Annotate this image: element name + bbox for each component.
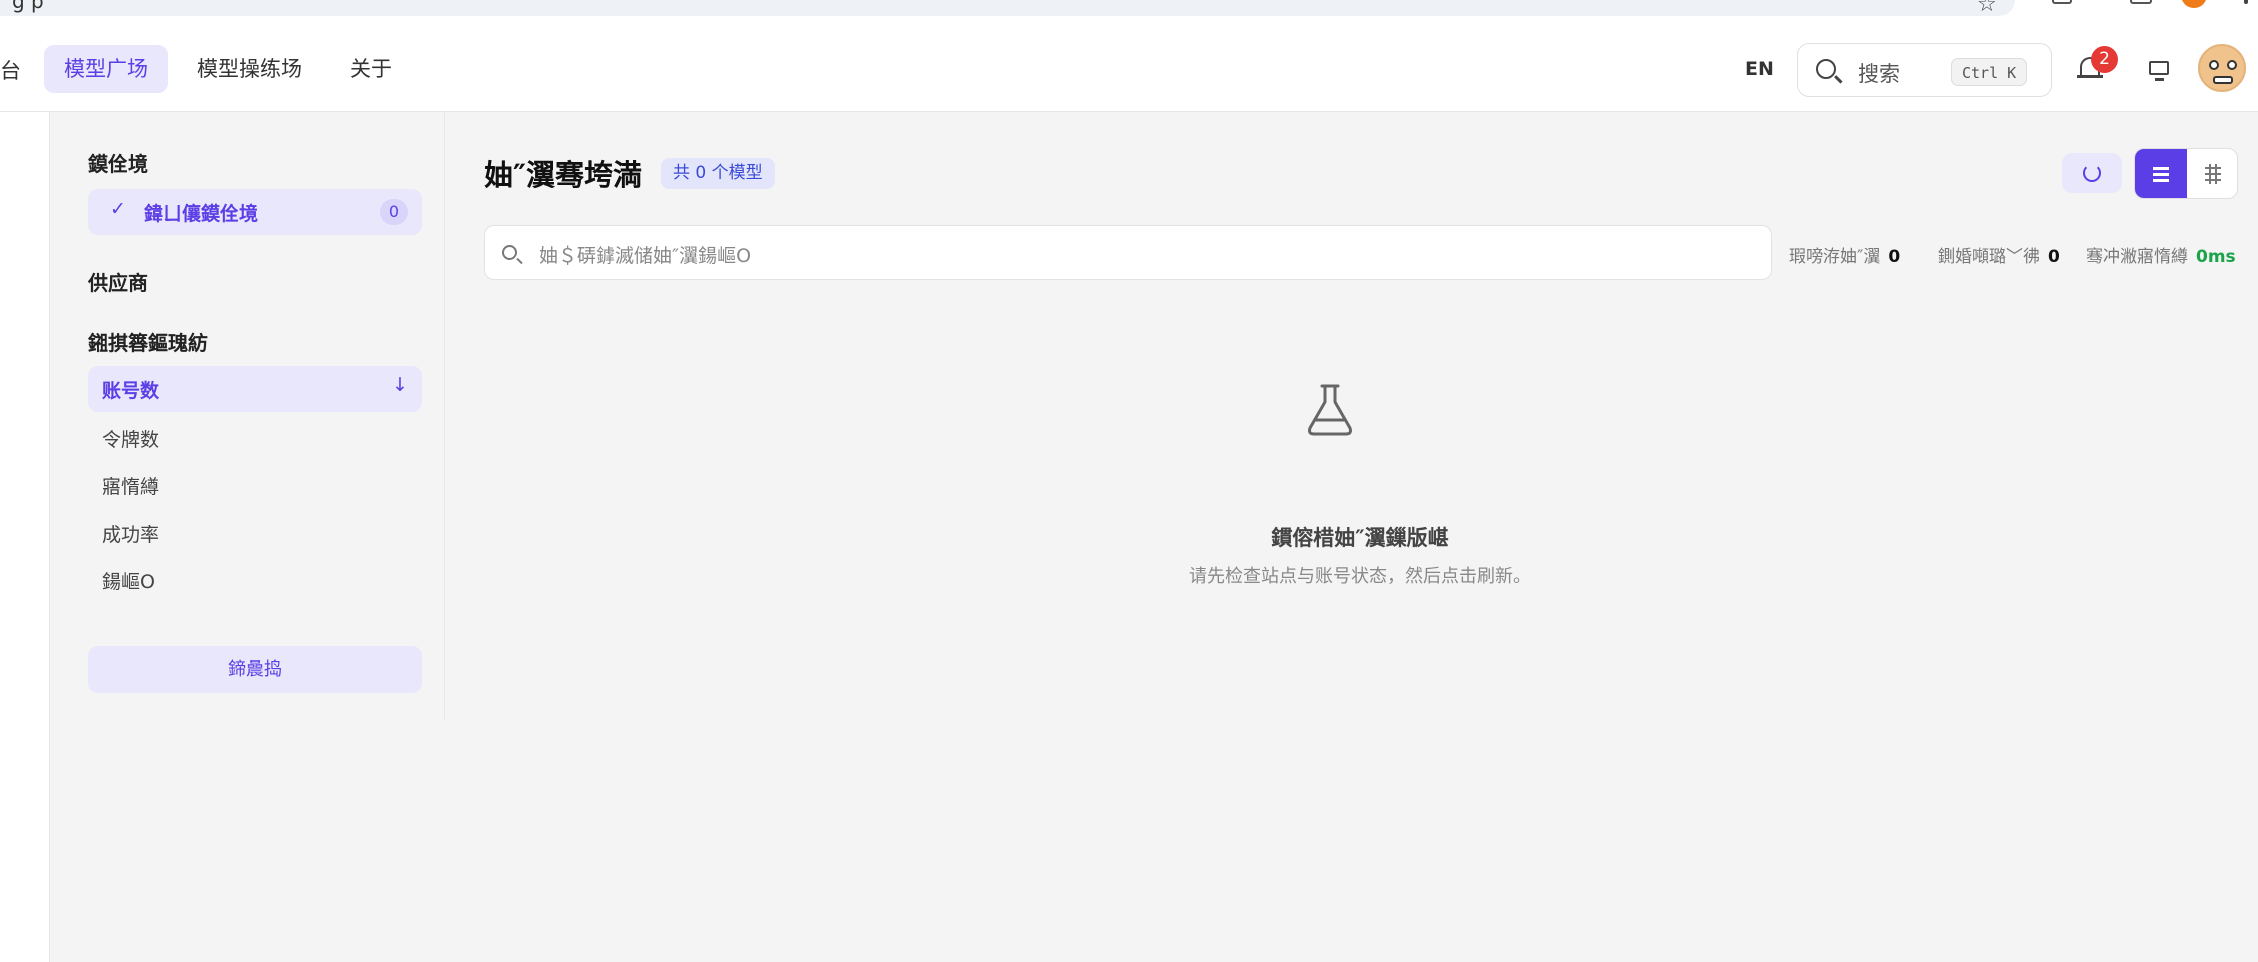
sort-option-accounts[interactable]: 账号数 ↓ [88, 366, 422, 412]
nav-item-about[interactable]: 关于 [330, 45, 412, 93]
avatar-eye-left [2209, 60, 2219, 70]
browser-menu-icon[interactable] [2244, 0, 2248, 4]
sort-option-success-rate[interactable]: 成功率 [102, 520, 159, 547]
model-count-badge: 共 0 个模型 [661, 158, 775, 189]
empty-state-description: 请先检查站点与账号状态，然后点击刷新。 [1189, 566, 1531, 587]
provider-title: 供应商 [88, 271, 148, 295]
refresh-icon [2083, 164, 2101, 182]
global-search[interactable]: 搜索 Ctrl K [1797, 43, 2052, 97]
stat-label: 骞冲潎寤惰繜 [2086, 247, 2188, 267]
address-bar[interactable]: g p [0, 0, 2015, 16]
grid-view-button[interactable] [2187, 149, 2237, 198]
list-view-button[interactable] [2135, 149, 2187, 198]
sidepanel-icon[interactable] [2130, 0, 2152, 4]
empty-state-title: 鏆傛棤妯″瀷鏁版嵁 [1271, 526, 1449, 550]
search-icon [502, 245, 517, 260]
stat-value: 0 [2048, 247, 2060, 267]
grid-icon-line [2209, 164, 2211, 184]
grid-icon-line [2205, 179, 2221, 181]
browser-profile-icon[interactable] [2181, 0, 2207, 8]
left-rail [0, 112, 50, 962]
stat-avg-latency: 骞冲潎寤惰繜 0ms [2086, 242, 2236, 267]
filter-all[interactable]: ✓ 鍏ㄩ儴鏌佺境 0 [88, 189, 422, 235]
stat-value: 0 [1888, 247, 1901, 267]
stat-label: 鍘婚噸璐﹀彿 [1938, 247, 2040, 267]
stat-label: 瑕嗙洊妯″瀷 [1789, 247, 1881, 267]
search-label: 搜索 [1858, 62, 1900, 86]
filter-all-label: 鍏ㄩ儴鏌佺境 [144, 203, 259, 225]
refresh-button[interactable] [2062, 153, 2122, 193]
bookmark-star-icon[interactable]: ☆ [1977, 0, 1997, 17]
browser-toolbar: g p ☆ [0, 0, 2258, 25]
monitor-icon[interactable] [2149, 61, 2169, 81]
list-icon-line [2153, 167, 2169, 170]
address-text: g p [12, 0, 44, 13]
grid-icon-line [2205, 167, 2221, 169]
sort-option-latency[interactable]: 寤惰繜 [102, 472, 159, 499]
avatar-mouth [2213, 76, 2233, 84]
nav-item-playground[interactable]: 模型操练场 [177, 45, 322, 93]
grid-icon-line [2205, 173, 2221, 175]
extension-icon[interactable] [2052, 0, 2072, 4]
sort-option-label: 账号数 [102, 380, 160, 402]
notification-badge: 2 [2091, 46, 2118, 73]
check-icon: ✓ [110, 198, 126, 220]
stat-value: 0ms [2196, 247, 2236, 267]
search-shortcut: Ctrl K [1951, 58, 2028, 86]
sort-option-tokens[interactable]: 令牌数 [102, 425, 159, 452]
avatar[interactable] [2198, 44, 2246, 92]
reset-button[interactable]: 鍗曟捣 [88, 646, 422, 693]
list-icon-line [2153, 173, 2169, 176]
stat-dedup-accounts: 鍘婚噸璐﹀彿 0 [1938, 242, 2060, 267]
grid-icon-line [2215, 164, 2217, 184]
language-toggle[interactable]: EN [1745, 58, 1774, 80]
view-toggle [2134, 148, 2238, 199]
nav-item-console[interactable]: 台 [0, 55, 21, 85]
nav-item-model-square[interactable]: 模型广场 [44, 45, 168, 93]
flask-icon [1308, 384, 1352, 436]
model-search-input[interactable]: 妯＄硦鎼滅储妯″瀷鍚嶇О [484, 225, 1772, 280]
model-search-placeholder: 妯＄硦鎼滅储妯″瀷鍚嶇О [539, 245, 752, 267]
filter-section-title: 鏌佺境 [88, 152, 148, 176]
avatar-eye-right [2227, 60, 2237, 70]
stat-covered-models: 瑕嗙洊妯″瀷 0 [1789, 242, 1900, 267]
search-icon [1816, 59, 1836, 79]
arrow-down-icon: ↓ [392, 374, 408, 396]
top-navigation: 台 模型广场 模型操练场 关于 EN 搜索 Ctrl K 2 [0, 25, 2258, 112]
list-icon-line [2153, 179, 2169, 182]
filter-sidebar: 鏌佺境 ✓ 鍏ㄩ儴鏌佺境 0 供应商 鎺掑簭鏂瑰紡 账号数 ↓ 令牌数 寤惰繜 … [50, 112, 445, 720]
sort-option-name[interactable]: 鍚嶇О [102, 567, 155, 594]
page-title: 妯″瀷骞垮満 [484, 158, 642, 192]
sort-title: 鎺掑簭鏂瑰紡 [88, 331, 208, 355]
filter-all-count: 0 [380, 199, 408, 225]
